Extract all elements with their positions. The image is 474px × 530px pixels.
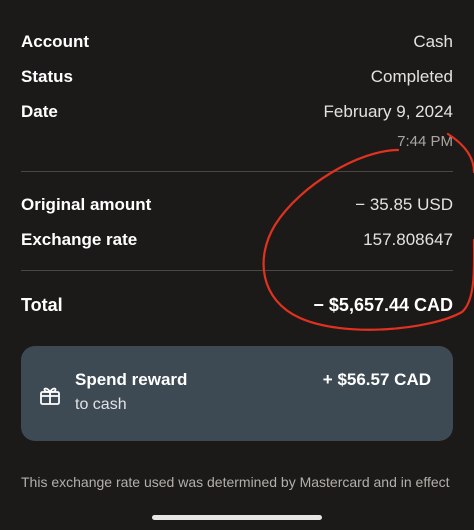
status-label: Status xyxy=(21,67,73,86)
reward-subtitle: to cash xyxy=(75,396,127,413)
total-row: Total − $5,657.44 CAD xyxy=(21,295,453,316)
reward-title: Spend reward xyxy=(75,370,188,389)
date-label: Date xyxy=(21,102,58,121)
exchange-rate-row: Exchange rate 157.808647 xyxy=(21,230,453,250)
status-row: Status Completed xyxy=(21,67,453,87)
account-label: Account xyxy=(21,32,89,51)
exchange-rate-value: 157.808647 xyxy=(363,230,453,249)
reward-amount: + $56.57 CAD xyxy=(322,370,431,389)
exchange-rate-footnote: This exchange rate used was determined b… xyxy=(21,474,450,490)
spend-reward-card[interactable]: Spend reward to cash + $56.57 CAD xyxy=(21,346,453,441)
status-value: Completed xyxy=(370,67,453,86)
divider xyxy=(21,270,453,271)
date-row: Date February 9, 2024 xyxy=(21,102,453,122)
original-amount-value: − 35.85 USD xyxy=(355,195,453,214)
original-amount-row: Original amount − 35.85 USD xyxy=(21,195,453,215)
total-value: − $5,657.44 CAD xyxy=(313,295,453,315)
transaction-details-screen: Account Cash Status Completed Date Febru… xyxy=(0,0,474,530)
total-label: Total xyxy=(21,295,63,315)
time-value: 7:44 PM xyxy=(397,133,453,150)
date-value: February 9, 2024 xyxy=(323,102,453,121)
account-row: Account Cash xyxy=(21,32,453,52)
gift-icon xyxy=(39,384,61,406)
home-indicator[interactable] xyxy=(152,515,322,520)
exchange-rate-label: Exchange rate xyxy=(21,230,138,249)
divider xyxy=(21,171,453,172)
original-amount-label: Original amount xyxy=(21,195,152,214)
account-value: Cash xyxy=(413,32,453,51)
